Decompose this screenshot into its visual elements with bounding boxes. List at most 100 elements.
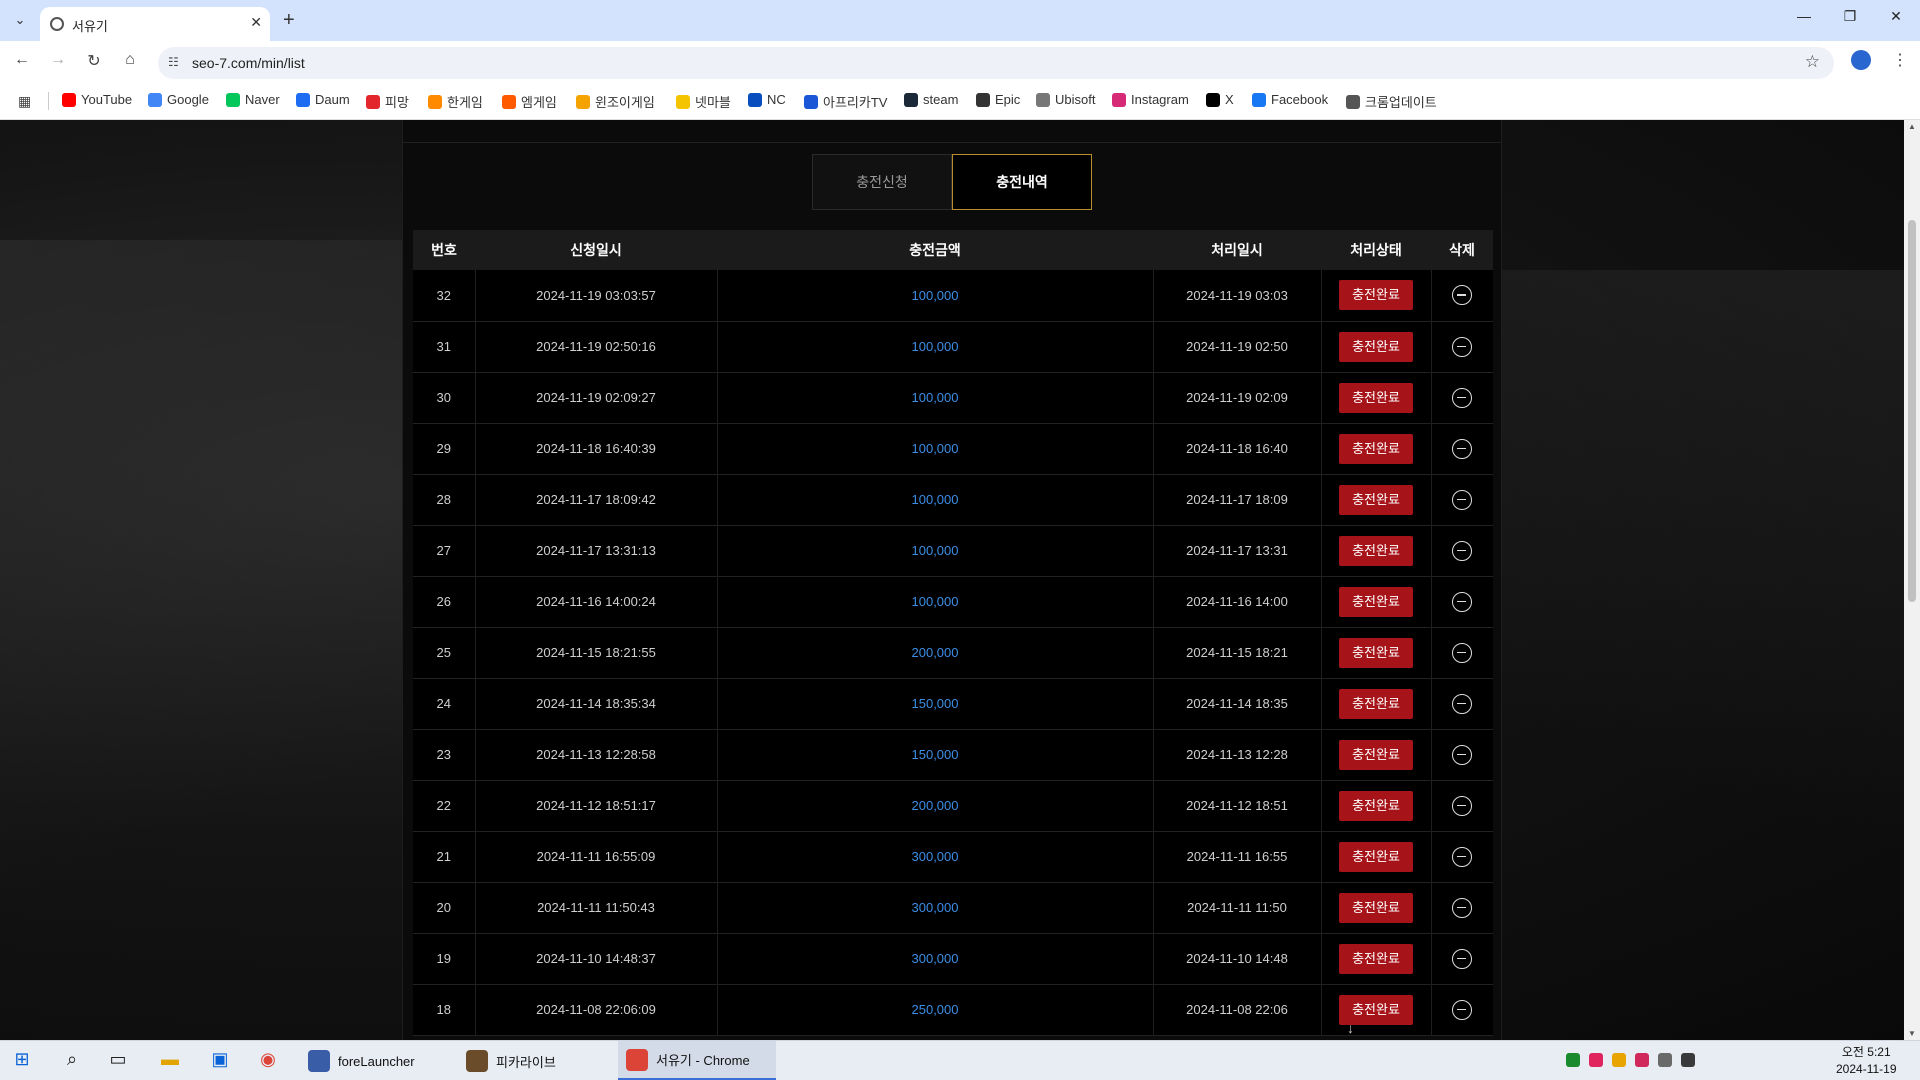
back-arrow-icon[interactable]: ← <box>10 51 34 69</box>
store-icon[interactable]: ▣ <box>206 1049 234 1070</box>
bookmark-item[interactable]: Instagram <box>1112 92 1189 107</box>
delete-minus-circle-icon[interactable] <box>1452 285 1473 306</box>
delete-minus-circle-icon[interactable] <box>1452 795 1473 816</box>
table-row: 28 2024-11-17 18:09:42 100,000 2024-11-17 1… <box>413 474 1493 525</box>
cell-status: 충전완료 <box>1321 372 1432 423</box>
taskbar-app[interactable]: foreLauncher <box>300 1041 450 1080</box>
bookmark-label: 피망 <box>385 95 409 110</box>
minimize-icon[interactable]: — <box>1784 8 1824 24</box>
tab-close-icon[interactable]: ✕ <box>250 14 262 31</box>
cell-amount: 100,000 <box>717 321 1154 372</box>
bookmark-favicon-icon <box>428 94 442 109</box>
delete-minus-circle-icon[interactable] <box>1452 642 1473 663</box>
tab-charge-history[interactable]: 충전내역 <box>952 154 1092 210</box>
bookmark-item[interactable]: Ubisoft <box>1036 92 1095 107</box>
tray-app-icon[interactable] <box>1681 1053 1695 1067</box>
status-badge: 충전완료 <box>1339 484 1413 515</box>
bookmark-item[interactable]: steam <box>904 92 958 107</box>
cell-processed: 2024-11-18 16:40 <box>1153 423 1322 474</box>
tab-search-chevron-icon[interactable]: ⌄ <box>8 7 32 33</box>
delete-minus-circle-icon[interactable] <box>1452 489 1473 510</box>
delete-minus-circle-icon[interactable] <box>1452 948 1473 969</box>
scroll-up-icon[interactable]: ▲ <box>1908 122 1916 131</box>
bookmark-label: 아프리카TV <box>823 95 888 110</box>
bookmark-item[interactable]: YouTube <box>62 92 132 107</box>
cell-delete <box>1431 321 1493 372</box>
tray-app-icon[interactable] <box>1566 1053 1580 1067</box>
chrome-menu-icon[interactable]: ⋮ <box>1892 50 1908 70</box>
cell-no: 19 <box>413 933 476 984</box>
delete-minus-circle-icon[interactable] <box>1452 744 1473 765</box>
tray-app-icon[interactable] <box>1635 1053 1649 1067</box>
tray-app-icon[interactable] <box>1589 1053 1603 1067</box>
delete-minus-circle-icon[interactable] <box>1452 846 1473 867</box>
delete-minus-circle-icon[interactable] <box>1452 897 1473 918</box>
table-row: 19 2024-11-10 14:48:37 300,000 2024-11-10 1… <box>413 933 1493 984</box>
tray-app-icon[interactable] <box>1658 1053 1672 1067</box>
browser-tab[interactable]: 서유기 ✕ <box>40 7 270 41</box>
cell-delete <box>1431 831 1493 882</box>
bookmark-item[interactable]: NC <box>748 92 786 107</box>
forward-arrow-icon[interactable]: → <box>46 51 70 69</box>
background-mountain-left <box>0 240 420 1040</box>
taskbar-app[interactable]: 서유기 - Chrome <box>618 1041 776 1080</box>
delete-minus-circle-icon[interactable] <box>1452 591 1473 612</box>
bookmark-item[interactable]: 피망 <box>366 92 409 111</box>
delete-minus-circle-icon[interactable] <box>1452 540 1473 561</box>
bookmark-item[interactable]: Facebook <box>1252 92 1328 107</box>
taskbar-clock[interactable]: 오전 5:21 2024-11-19 <box>1836 1044 1897 1078</box>
taskbar-app[interactable]: 피카라이브 <box>458 1041 608 1080</box>
tab-charge-apply[interactable]: 충전신청 <box>812 154 952 210</box>
scrollbar-thumb[interactable] <box>1908 220 1916 602</box>
bookmark-item[interactable]: Daum <box>296 92 350 107</box>
bookmark-item[interactable]: 넷마블 <box>676 92 731 111</box>
clock-date: 2024-11-19 <box>1836 1062 1897 1076</box>
window-close-icon[interactable]: ✕ <box>1876 8 1916 25</box>
header-delete: 삭제 <box>1449 242 1475 258</box>
bookmark-item[interactable]: 윈조이게임 <box>576 92 655 111</box>
reload-icon[interactable]: ↻ <box>82 51 106 71</box>
scroll-down-arrow-icon[interactable]: ↓ <box>1347 1020 1354 1036</box>
delete-minus-circle-icon[interactable] <box>1452 336 1473 357</box>
windows-start-icon[interactable]: ⊞ <box>8 1049 36 1070</box>
table-row: 24 2024-11-14 18:35:34 150,000 2024-11-14 1… <box>413 678 1493 729</box>
content-panel: 충전신청 충전내역 번호 신청일시 충전금액 처리일시 처리상태 삭제 32 20… <box>402 120 1502 1040</box>
background-mountain-right <box>1500 270 1904 970</box>
url-text[interactable]: seo-7.com/min/list <box>192 55 305 71</box>
bookmark-item[interactable]: 아프리카TV <box>804 92 887 111</box>
bookmark-item[interactable]: 한게임 <box>428 92 483 111</box>
bookmark-item[interactable]: Epic <box>976 92 1020 107</box>
delete-minus-circle-icon[interactable] <box>1452 387 1473 408</box>
bookmark-item[interactable]: 크롬업데이트 <box>1346 92 1437 111</box>
file-explorer-icon[interactable]: ▬ <box>156 1049 184 1070</box>
bookmark-item[interactable]: X <box>1206 92 1234 107</box>
cell-status: 충전완료 <box>1321 882 1432 933</box>
system-tray <box>1566 1053 1695 1067</box>
new-tab-plus-icon[interactable]: + <box>283 9 295 32</box>
bookmark-star-icon[interactable]: ☆ <box>1805 52 1820 72</box>
restore-icon[interactable]: ❐ <box>1830 8 1870 25</box>
bookmark-item[interactable]: Naver <box>226 92 280 107</box>
bookmark-item[interactable]: Google <box>148 92 209 107</box>
address-bar[interactable]: ☷ seo-7.com/min/list ☆ <box>158 47 1834 79</box>
profile-avatar-icon[interactable] <box>1851 50 1871 70</box>
page-scrollbar[interactable]: ▲ ▼ <box>1904 120 1920 1040</box>
cell-amount: 200,000 <box>717 780 1154 831</box>
delete-minus-circle-icon[interactable] <box>1452 999 1473 1020</box>
cell-no: 28 <box>413 474 476 525</box>
delete-minus-circle-icon[interactable] <box>1452 438 1473 459</box>
bookmark-label: Ubisoft <box>1055 92 1096 107</box>
task-view-icon[interactable]: ▭ <box>104 1049 132 1070</box>
scroll-down-icon[interactable]: ▼ <box>1908 1029 1916 1038</box>
tray-app-icon[interactable] <box>1612 1053 1626 1067</box>
search-icon[interactable]: ⌕ <box>58 1049 86 1070</box>
status-badge: 충전완료 <box>1339 280 1413 311</box>
apps-grid-icon[interactable]: ▦ <box>18 93 31 110</box>
bookmark-item[interactable]: 엠게임 <box>502 92 557 111</box>
chrome-icon[interactable]: ◉ <box>254 1049 282 1070</box>
home-icon[interactable]: ⌂ <box>118 51 142 69</box>
taskbar-app-label: 서유기 - Chrome <box>656 1053 750 1068</box>
cell-delete <box>1431 729 1493 780</box>
site-info-icon[interactable]: ☷ <box>168 55 179 69</box>
delete-minus-circle-icon[interactable] <box>1452 693 1473 714</box>
